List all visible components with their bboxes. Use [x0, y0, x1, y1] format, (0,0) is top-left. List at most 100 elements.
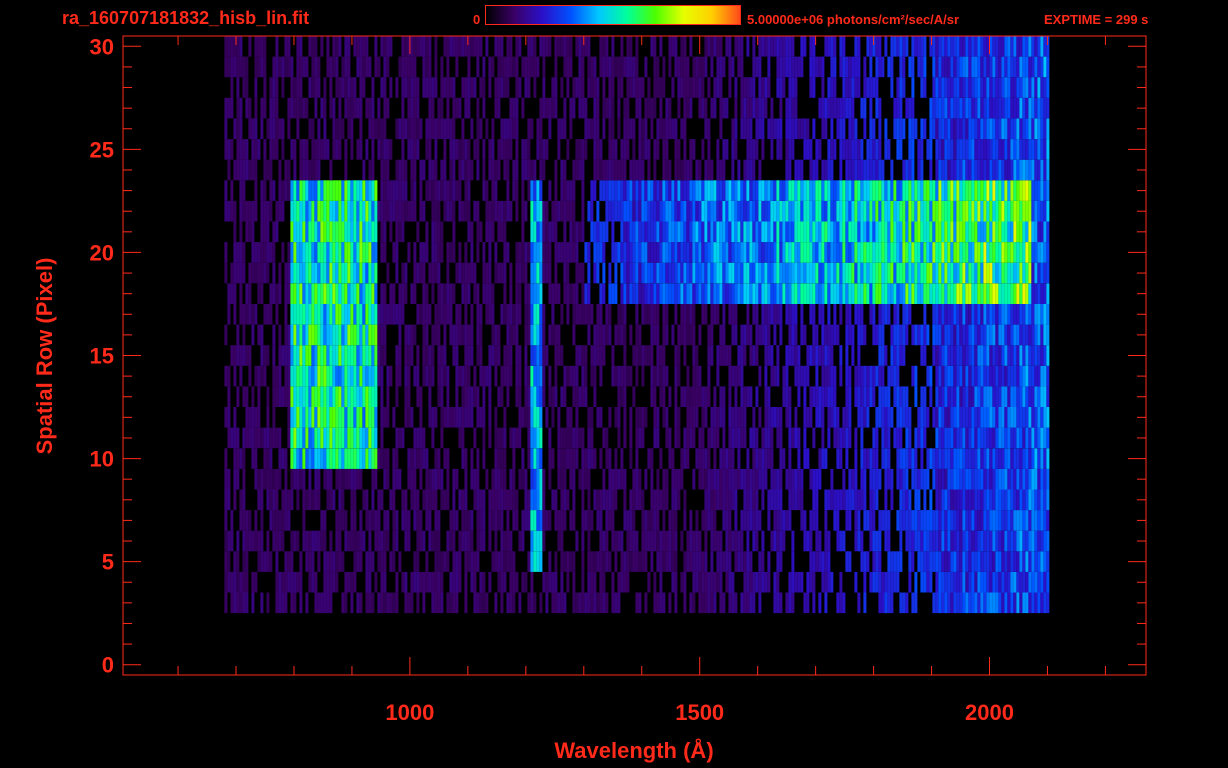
pixel-cell: [809, 468, 813, 490]
pixel-cell: [674, 139, 678, 160]
pixel-cell: [941, 489, 945, 511]
pixel-cell: [899, 283, 903, 304]
pixel-cell: [740, 592, 744, 614]
pixel-cell: [1010, 386, 1014, 407]
pixel-cell: [1007, 510, 1011, 531]
pixel-cell: [494, 324, 498, 346]
pixel-cell: [986, 407, 990, 428]
pixel-cell: [923, 262, 927, 284]
pixel-cell: [248, 262, 252, 284]
pixel-cell: [590, 221, 594, 243]
pixel-cell: [227, 530, 231, 552]
pixel-cell: [509, 468, 513, 490]
pixel-cell: [935, 407, 939, 428]
pixel-cell: [983, 262, 987, 284]
pixel-cell: [527, 427, 531, 449]
pixel-cell: [686, 448, 690, 469]
pixel-cell: [515, 427, 519, 449]
pixel-cell: [914, 221, 918, 243]
pixel-cell: [722, 592, 726, 614]
pixel-cell: [314, 200, 318, 222]
pixel-cell: [842, 592, 846, 614]
pixel-cell: [320, 365, 324, 387]
pixel-cell: [248, 530, 252, 552]
pixel-cell: [863, 386, 867, 407]
pixel-cell: [563, 510, 567, 531]
pixel-cell: [545, 262, 549, 284]
pixel-cell: [356, 407, 360, 428]
pixel-cell: [710, 427, 714, 449]
pixel-cell: [326, 571, 330, 593]
pixel-cell: [278, 468, 282, 490]
pixel-cell: [437, 118, 441, 140]
pixel-cell: [992, 159, 996, 181]
pixel-cell: [746, 304, 750, 325]
pixel-cell: [473, 489, 477, 511]
pixel-cell: [962, 427, 966, 449]
pixel-cell: [365, 592, 369, 614]
pixel-cell: [593, 242, 597, 263]
pixel-cell: [347, 97, 351, 119]
pixel-cell: [704, 200, 708, 222]
pixel-cell: [359, 262, 363, 284]
pixel-cell: [755, 324, 759, 346]
pixel-cell: [494, 365, 498, 387]
pixel-cell: [851, 468, 855, 490]
pixel-cell: [392, 530, 396, 552]
pixel-cell: [296, 345, 300, 366]
pixel-cell: [581, 468, 585, 490]
pixel-cell: [305, 551, 309, 572]
pixel-cell: [998, 159, 1002, 181]
pixel-cell: [1040, 345, 1044, 366]
pixel-cell: [968, 262, 972, 284]
pixel-cell: [332, 386, 336, 407]
pixel-cell: [440, 571, 444, 593]
pixel-cell: [608, 468, 612, 490]
pixel-cell: [1043, 139, 1047, 160]
pixel-cell: [980, 262, 984, 284]
pixel-cell: [605, 221, 609, 243]
pixel-cell: [590, 427, 594, 449]
pixel-cell: [830, 324, 834, 346]
pixel-cell: [1007, 221, 1011, 243]
pixel-cell: [398, 304, 402, 325]
pixel-cell: [431, 571, 435, 593]
pixel-cell: [965, 551, 969, 572]
pixel-cell: [341, 448, 345, 469]
pixel-cell: [1013, 551, 1017, 572]
pixel-cell: [416, 530, 420, 552]
pixel-cell: [767, 386, 771, 407]
pixel-cell: [440, 221, 444, 243]
pixel-cell: [380, 427, 384, 449]
pixel-cell: [284, 551, 288, 572]
pixel-cell: [572, 427, 576, 449]
pixel-cell: [686, 159, 690, 181]
pixel-cell: [650, 530, 654, 552]
pixel-cell: [986, 510, 990, 531]
pixel-cell: [575, 139, 579, 160]
pixel-cell: [521, 200, 525, 222]
pixel-cell: [728, 242, 732, 263]
pixel-cell: [326, 304, 330, 325]
pixel-cell: [875, 283, 879, 304]
pixel-cell: [257, 407, 261, 428]
pixel-cell: [365, 304, 369, 325]
pixel-cell: [623, 345, 627, 366]
pixel-cell: [491, 345, 495, 366]
pixel-cell: [959, 489, 963, 511]
pixel-cell: [1028, 448, 1032, 469]
pixel-cell: [815, 283, 819, 304]
pixel-cell: [845, 159, 849, 181]
pixel-cell: [380, 530, 384, 552]
pixel-cell: [1034, 448, 1038, 469]
pixel-cell: [617, 242, 621, 263]
pixel-cell: [1007, 551, 1011, 572]
pixel-cell: [437, 242, 441, 263]
pixel-cell: [323, 468, 327, 490]
pixel-cell: [386, 386, 390, 407]
pixel-cell: [410, 180, 414, 201]
pixel-cell: [932, 324, 936, 346]
pixel-cell: [1025, 592, 1029, 614]
pixel-cell: [842, 200, 846, 222]
pixel-cell: [986, 200, 990, 222]
